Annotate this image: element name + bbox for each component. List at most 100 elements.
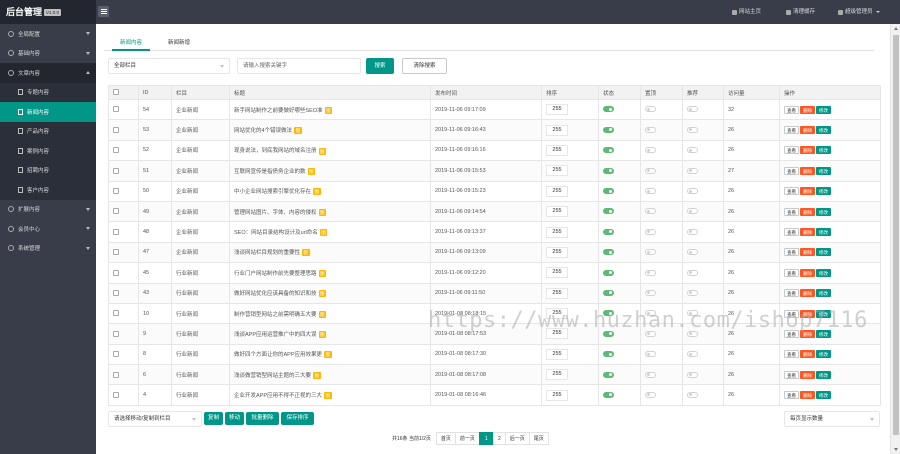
row-checkbox[interactable] bbox=[113, 269, 119, 276]
sidebar-item-article-content[interactable]: 文章内容 bbox=[0, 63, 96, 83]
top-toggle[interactable] bbox=[645, 371, 656, 378]
edit-button[interactable]: 修改 bbox=[816, 268, 831, 277]
title-link[interactable]: 企业开发APP应用不得不正视的三大 bbox=[234, 393, 322, 399]
view-button[interactable]: 查看 bbox=[784, 329, 799, 338]
scroll-down-icon[interactable] bbox=[893, 448, 898, 451]
recommend-toggle[interactable] bbox=[687, 188, 698, 195]
delete-button[interactable]: 删除 bbox=[800, 370, 815, 379]
view-button[interactable]: 查看 bbox=[784, 146, 799, 155]
top-toggle[interactable] bbox=[645, 391, 656, 398]
top-toggle[interactable] bbox=[645, 228, 656, 235]
edit-button[interactable]: 修改 bbox=[816, 126, 831, 135]
sort-input[interactable]: 255 bbox=[546, 246, 568, 258]
sort-input[interactable]: 255 bbox=[546, 226, 568, 238]
delete-button[interactable]: 删除 bbox=[800, 187, 815, 196]
top-toggle[interactable] bbox=[645, 330, 656, 337]
sort-input[interactable]: 255 bbox=[546, 389, 568, 401]
title-link[interactable]: 中小企业网站搜索引擎优化存在 bbox=[234, 189, 311, 195]
edit-button[interactable]: 修改 bbox=[816, 289, 831, 298]
sidebar-item-basic-content[interactable]: 基础内容 bbox=[0, 44, 96, 64]
row-checkbox[interactable] bbox=[113, 167, 119, 174]
sort-input[interactable]: 255 bbox=[546, 124, 568, 136]
sidebar-item-system[interactable]: 系统管理 bbox=[0, 239, 96, 259]
save-sort-button[interactable]: 保存排序 bbox=[281, 412, 314, 425]
clear-cache-link[interactable]: 清理缓存 bbox=[786, 0, 815, 24]
title-link[interactable]: 做好网站优化应该具备的知识和技 bbox=[234, 291, 317, 297]
select-all-checkbox[interactable] bbox=[113, 89, 119, 96]
recommend-toggle[interactable] bbox=[687, 391, 698, 398]
page-1-button[interactable]: 1 bbox=[478, 432, 494, 445]
view-button[interactable]: 查看 bbox=[784, 207, 799, 216]
sidebar-subitem-topic[interactable]: 专题内容 bbox=[0, 83, 96, 103]
sidebar-subitem-products[interactable]: 产品内容 bbox=[0, 122, 96, 142]
move-copy-select[interactable]: 请选择移动/复制到栏目 bbox=[108, 411, 202, 427]
scroll-thumb[interactable] bbox=[893, 35, 899, 435]
status-toggle[interactable] bbox=[603, 391, 614, 398]
top-toggle[interactable] bbox=[645, 249, 656, 256]
search-input[interactable] bbox=[237, 58, 361, 74]
delete-button[interactable]: 删除 bbox=[800, 228, 815, 237]
sort-input[interactable]: 255 bbox=[546, 267, 568, 279]
title-link[interactable]: 行业门户网站制作前先要整理思路 bbox=[234, 271, 317, 277]
view-button[interactable]: 查看 bbox=[784, 289, 799, 298]
recommend-toggle[interactable] bbox=[687, 371, 698, 378]
row-checkbox[interactable] bbox=[113, 106, 119, 113]
move-button[interactable]: 移动 bbox=[225, 412, 244, 425]
edit-button[interactable]: 修改 bbox=[816, 329, 831, 338]
sort-input[interactable]: 255 bbox=[546, 328, 568, 340]
recommend-toggle[interactable] bbox=[687, 228, 698, 235]
recommend-toggle[interactable] bbox=[687, 330, 698, 337]
scroll-up-icon[interactable] bbox=[893, 27, 898, 30]
recommend-toggle[interactable] bbox=[687, 167, 698, 174]
delete-button[interactable]: 删除 bbox=[800, 207, 815, 216]
status-toggle[interactable] bbox=[603, 289, 614, 296]
sort-input[interactable]: 255 bbox=[546, 104, 568, 116]
top-toggle[interactable] bbox=[645, 351, 656, 358]
view-button[interactable]: 查看 bbox=[784, 105, 799, 114]
copy-button[interactable]: 复制 bbox=[204, 412, 223, 425]
menu-toggle-icon[interactable] bbox=[98, 6, 109, 17]
sidebar-item-members[interactable]: 会员中心 bbox=[0, 219, 96, 239]
search-button[interactable]: 搜索 bbox=[366, 58, 394, 74]
delete-button[interactable]: 删除 bbox=[800, 391, 815, 400]
row-checkbox[interactable] bbox=[113, 330, 119, 337]
sidebar-subitem-news[interactable]: 新闻内容 bbox=[0, 102, 96, 122]
title-link[interactable]: SEO：网站目录结构设计及url命名 bbox=[234, 230, 318, 236]
status-toggle[interactable] bbox=[603, 126, 614, 133]
delete-button[interactable]: 删除 bbox=[800, 166, 815, 175]
view-button[interactable]: 查看 bbox=[784, 309, 799, 318]
sort-input[interactable]: 255 bbox=[546, 144, 568, 156]
edit-button[interactable]: 修改 bbox=[816, 146, 831, 155]
view-button[interactable]: 查看 bbox=[784, 268, 799, 277]
status-toggle[interactable] bbox=[603, 228, 614, 235]
title-link[interactable]: 做好四个方面让你的APP应用效果更 bbox=[234, 352, 322, 358]
edit-button[interactable]: 修改 bbox=[816, 370, 831, 379]
delete-button[interactable]: 删除 bbox=[800, 126, 815, 135]
status-toggle[interactable] bbox=[603, 106, 614, 113]
recommend-toggle[interactable] bbox=[687, 208, 698, 215]
title-link[interactable]: 新手网站制作之前要做好哪些SEO准 bbox=[234, 108, 323, 114]
tab-news-list[interactable]: 新闻内容 bbox=[112, 36, 150, 51]
title-link[interactable]: 浅谈APP应用运营推广中的四大误 bbox=[234, 332, 317, 338]
edit-button[interactable]: 修改 bbox=[816, 309, 831, 318]
delete-button[interactable]: 删除 bbox=[800, 309, 815, 318]
status-toggle[interactable] bbox=[603, 330, 614, 337]
sidebar-item-extended[interactable]: 扩展内容 bbox=[0, 200, 96, 220]
row-checkbox[interactable] bbox=[113, 188, 119, 195]
view-button[interactable]: 查看 bbox=[784, 248, 799, 257]
delete-button[interactable]: 删除 bbox=[800, 289, 815, 298]
edit-button[interactable]: 修改 bbox=[816, 166, 831, 175]
sort-input[interactable]: 255 bbox=[546, 185, 568, 197]
top-toggle[interactable] bbox=[645, 167, 656, 174]
site-home-link[interactable]: 网站主页 bbox=[732, 0, 761, 24]
column-select[interactable]: 全部栏目 bbox=[108, 58, 230, 74]
status-toggle[interactable] bbox=[603, 351, 614, 358]
sidebar-subitem-cases[interactable]: 案例内容 bbox=[0, 141, 96, 161]
status-toggle[interactable] bbox=[603, 249, 614, 256]
recommend-toggle[interactable] bbox=[687, 310, 698, 317]
view-button[interactable]: 查看 bbox=[784, 391, 799, 400]
sidebar-item-global-config[interactable]: 全局配置 bbox=[0, 24, 96, 44]
sort-input[interactable]: 255 bbox=[546, 369, 568, 381]
edit-button[interactable]: 修改 bbox=[816, 105, 831, 114]
clear-search-button[interactable]: 清除搜索 bbox=[402, 58, 447, 74]
